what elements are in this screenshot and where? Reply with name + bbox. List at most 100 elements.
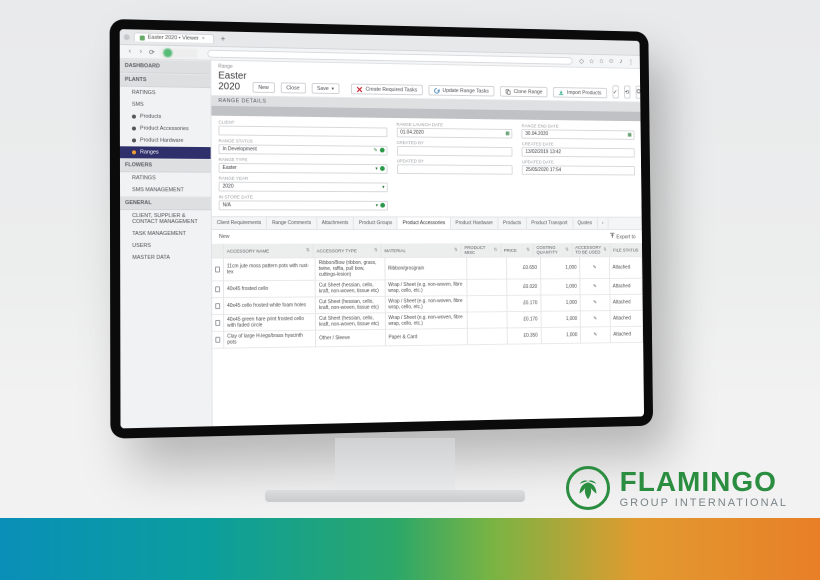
row-select[interactable] bbox=[212, 298, 224, 315]
sidebar-item-ranges[interactable]: Ranges bbox=[120, 146, 211, 159]
sidebar-item-client-supplier[interactable]: CLIENT, SUPPLIER & CONTACT MANAGEMENT bbox=[120, 210, 211, 228]
sidebar-item-products[interactable]: Products bbox=[120, 110, 211, 123]
range-year-input[interactable]: 2020▾ bbox=[219, 182, 388, 193]
col-qty[interactable]: COSTING QUANTITY⇅ bbox=[534, 243, 573, 257]
table-row[interactable]: 11cm jute moss pattern pots with rust-te… bbox=[212, 257, 642, 281]
sort-icon[interactable]: ⇅ bbox=[493, 247, 497, 253]
range-launch-date-input[interactable]: 01.04.2020▦ bbox=[396, 128, 512, 139]
edit-icon[interactable]: ✎ bbox=[593, 300, 597, 306]
edit-icon[interactable]: ✎ bbox=[593, 265, 597, 271]
col-select[interactable] bbox=[212, 244, 224, 259]
sidebar-group-flowers[interactable]: FLOWERS bbox=[120, 158, 211, 173]
calendar-icon[interactable]: ▦ bbox=[505, 131, 509, 137]
col-price[interactable]: PRICE⇅ bbox=[501, 243, 534, 257]
tab-quotes[interactable]: Quotes bbox=[573, 218, 598, 229]
home-icon[interactable]: ⌂ bbox=[598, 57, 605, 65]
clone-range-button[interactable]: Clone Range bbox=[500, 86, 548, 97]
cell-used[interactable]: ✎ bbox=[580, 279, 610, 295]
chevron-down-icon[interactable]: ▾ bbox=[382, 184, 384, 190]
col-accessory-name[interactable]: ACCESSORY NAME⇅ bbox=[224, 244, 314, 259]
sidebar-item-users[interactable]: USERS bbox=[120, 240, 211, 252]
chevron-down-icon[interactable]: ▾ bbox=[375, 166, 377, 172]
tab-more[interactable]: › bbox=[597, 218, 609, 229]
col-product-misc[interactable]: PRODUCT MISC⇅ bbox=[462, 243, 502, 257]
tab-product-transport[interactable]: Product Transport bbox=[527, 218, 573, 229]
in-store-date-input[interactable]: N/A▾ bbox=[219, 200, 388, 210]
sidebar-item-task-management[interactable]: TASK MANAGEMENT bbox=[120, 228, 211, 240]
range-status-input[interactable]: In Development✎ bbox=[219, 144, 388, 155]
col-accessory-type[interactable]: ACCESSORY TYPE⇅ bbox=[314, 243, 382, 258]
sidebar-item-sms-management[interactable]: SMS MANAGEMENT bbox=[120, 184, 211, 196]
sort-icon[interactable]: ⇅ bbox=[306, 248, 310, 254]
created-by-input[interactable] bbox=[396, 146, 512, 157]
col-used[interactable]: ACCESSORY TO BE USED⇅ bbox=[572, 243, 610, 257]
row-select[interactable] bbox=[212, 281, 224, 298]
sort-icon[interactable]: ⇅ bbox=[526, 247, 530, 253]
forward-icon[interactable]: › bbox=[137, 48, 145, 56]
edit-icon[interactable]: ✎ bbox=[593, 332, 597, 338]
sidebar-group-general[interactable]: GENERAL bbox=[120, 196, 211, 210]
cell-used[interactable]: ✎ bbox=[581, 327, 611, 343]
sidebar-item-ratings-flowers[interactable]: RATINGS bbox=[120, 172, 211, 184]
tab-product-hardware[interactable]: Product Hardware bbox=[451, 217, 499, 229]
sidebar-group-plants[interactable]: PLANTS bbox=[120, 73, 211, 88]
grid-new-button[interactable]: New bbox=[219, 234, 230, 240]
cell-price: £0.350 bbox=[508, 328, 541, 345]
row-select[interactable] bbox=[212, 315, 224, 332]
import-products-button[interactable]: Import Products bbox=[553, 87, 606, 98]
back-icon[interactable]: ‹ bbox=[126, 48, 134, 56]
edit-icon[interactable]: ✎ bbox=[593, 316, 597, 322]
sort-icon[interactable]: ⇅ bbox=[603, 247, 607, 253]
checkbox-icon[interactable] bbox=[215, 286, 220, 292]
cell-used[interactable]: ✎ bbox=[581, 295, 611, 311]
checkbox-icon[interactable] bbox=[215, 320, 220, 326]
updated-by-input[interactable] bbox=[397, 164, 513, 174]
range-end-date-input[interactable]: 30.04.2020▦ bbox=[522, 129, 635, 140]
sort-icon[interactable]: ⇅ bbox=[454, 247, 458, 253]
cell-used[interactable]: ✎ bbox=[580, 257, 610, 279]
save-button[interactable]: Save▾ bbox=[311, 83, 340, 94]
row-select[interactable] bbox=[212, 259, 224, 282]
reload-icon[interactable]: ⟳ bbox=[148, 48, 156, 56]
col-material[interactable]: MATERIAL⇅ bbox=[382, 243, 462, 258]
tab-range-comments[interactable]: Range Comments bbox=[267, 217, 317, 229]
tab-products[interactable]: Products bbox=[498, 217, 526, 228]
tab-client-requirements[interactable]: Client Requirements bbox=[212, 217, 267, 229]
sidebar-item-master-data[interactable]: MASTER DATA bbox=[120, 252, 211, 264]
window-control[interactable] bbox=[124, 34, 130, 40]
row-select[interactable] bbox=[212, 332, 224, 349]
extension-icon[interactable]: ◇ bbox=[578, 57, 585, 65]
tab-product-accessories[interactable]: Product Accessories bbox=[398, 217, 451, 229]
settings-icon[interactable]: ⛭ bbox=[636, 86, 642, 99]
range-type-input[interactable]: Easter▾ bbox=[219, 163, 388, 174]
new-button[interactable]: New bbox=[252, 82, 274, 93]
sort-icon[interactable]: ⇅ bbox=[565, 247, 569, 253]
check-button[interactable]: ✓ bbox=[612, 85, 619, 98]
checkbox-icon[interactable] bbox=[215, 337, 220, 343]
checkbox-icon[interactable] bbox=[215, 303, 220, 309]
notifications-icon[interactable]: ♪ bbox=[617, 58, 624, 66]
new-tab-button[interactable]: + bbox=[218, 34, 229, 43]
client-input[interactable] bbox=[218, 126, 387, 138]
close-icon[interactable]: × bbox=[202, 36, 205, 42]
bookmark-icon[interactable]: ☆ bbox=[588, 57, 595, 65]
cell-used[interactable]: ✎ bbox=[581, 311, 611, 327]
calendar-icon[interactable]: ▦ bbox=[628, 132, 632, 138]
update-range-tasks-button[interactable]: Update Range Tasks bbox=[428, 85, 494, 97]
edit-icon[interactable]: ✎ bbox=[593, 284, 597, 290]
sidebar-item-product-accessories[interactable]: Product Accessories bbox=[120, 122, 211, 135]
sidebar-item-product-hardware[interactable]: Product Hardware bbox=[120, 134, 211, 147]
sort-icon[interactable]: ⇅ bbox=[374, 247, 378, 253]
checkbox-icon[interactable] bbox=[215, 267, 220, 273]
menu-icon[interactable]: ⋮ bbox=[627, 58, 634, 66]
sync-button[interactable]: ⟲ bbox=[624, 85, 631, 98]
close-button[interactable]: Close bbox=[280, 82, 305, 93]
tab-product-groups[interactable]: Product Groups bbox=[354, 217, 398, 229]
tab-attachments[interactable]: Attachments bbox=[317, 217, 354, 229]
chevron-down-icon[interactable]: ▾ bbox=[376, 203, 378, 209]
create-required-tasks-button[interactable]: Create Required Tasks bbox=[351, 84, 423, 96]
export-button[interactable]: Export to bbox=[610, 233, 636, 241]
col-file-status[interactable]: FILE STATUS bbox=[610, 243, 642, 257]
browser-tab[interactable]: Easter 2020 • Viewer × bbox=[134, 32, 214, 43]
profile-icon[interactable]: ☺ bbox=[608, 58, 615, 66]
